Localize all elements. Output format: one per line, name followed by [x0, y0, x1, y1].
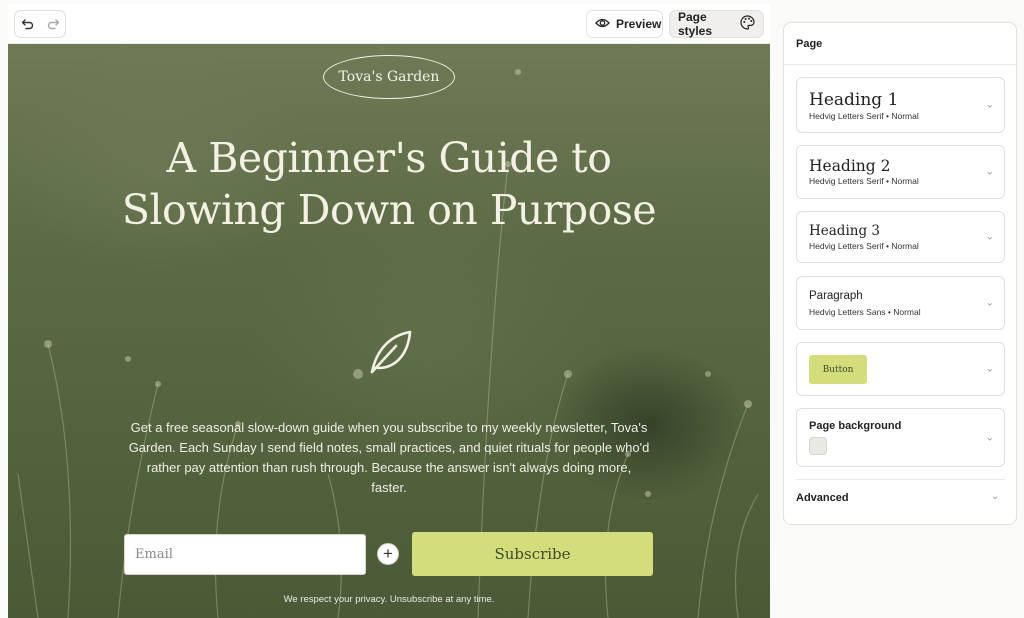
background-color-swatch[interactable] [809, 437, 827, 455]
chevron-down-icon[interactable]: ⌄ [991, 491, 999, 502]
subscribe-button[interactable]: Subscribe [412, 532, 653, 576]
chevron-down-icon: ⌄ [985, 363, 994, 375]
redo-icon[interactable] [46, 17, 60, 31]
editor-toolbar: Preview Page styles [8, 4, 770, 44]
eye-icon [595, 17, 610, 32]
button-style-card[interactable]: Button ⌄ [796, 342, 1005, 396]
page-background-label: Page background [809, 420, 902, 432]
email-placeholder: Email [135, 547, 173, 562]
divider [784, 64, 1016, 65]
paragraph-name: Paragraph [809, 290, 863, 302]
paragraph-style-card[interactable]: Paragraph Hedvig Letters Sans • Normal ⌄ [796, 276, 1005, 330]
heading1-name: Heading 1 [809, 90, 899, 110]
heading3-meta: Hedvig Letters Serif • Normal [809, 241, 919, 251]
heading1-meta: Hedvig Letters Serif • Normal [809, 111, 919, 121]
page-canvas[interactable]: Tova's Garden A Beginner's Guide to Slow… [8, 44, 770, 618]
heading3-name: Heading 3 [809, 223, 880, 239]
heading2-name: Heading 2 [809, 157, 891, 175]
chevron-down-icon: ⌄ [985, 166, 994, 178]
chevron-down-icon: ⌄ [985, 231, 994, 243]
brand-logo[interactable]: Tova's Garden [323, 55, 455, 99]
button-style-preview: Button [809, 355, 867, 384]
chevron-down-icon: ⌄ [985, 432, 994, 443]
subscribe-label: Subscribe [494, 545, 571, 563]
paragraph-meta: Hedvig Letters Sans • Normal [809, 307, 921, 317]
undo-redo-group [14, 10, 66, 38]
undo-icon[interactable] [21, 17, 35, 31]
heading2-style-card[interactable]: Heading 2 Hedvig Letters Serif • Normal … [796, 145, 1005, 199]
page-styles-label: Page styles [678, 10, 713, 38]
palette-icon [740, 15, 755, 33]
divider [796, 479, 1005, 480]
page-background-card[interactable]: Page background ⌄ [796, 408, 1005, 467]
brand-name: Tova's Garden [338, 69, 440, 85]
advanced-section-toggle[interactable]: Advanced [796, 492, 849, 504]
leaf-icon [366, 328, 414, 381]
heading1-style-card[interactable]: Heading 1 Hedvig Letters Serif • Normal … [796, 77, 1005, 133]
chevron-down-icon: ⌄ [985, 297, 994, 309]
hero-heading[interactable]: A Beginner's Guide to Slowing Down on Pu… [118, 132, 660, 236]
page-styles-button[interactable]: Page styles [669, 10, 764, 38]
preview-label: Preview [616, 17, 662, 31]
app-root: Preview Page styles Tova's Garden A Begi… [0, 0, 1024, 618]
heading3-style-card[interactable]: Heading 3 Hedvig Letters Serif • Normal … [796, 211, 1005, 263]
chevron-down-icon: ⌄ [985, 99, 994, 111]
hero-paragraph[interactable]: Get a free seasonal slow-down guide when… [128, 418, 650, 498]
page-styles-panel: Page Heading 1 Hedvig Letters Serif • No… [783, 22, 1017, 525]
heading2-meta: Hedvig Letters Serif • Normal [809, 176, 919, 186]
privacy-note: We respect your privacy. Unsubscribe at … [283, 594, 495, 605]
preview-button[interactable]: Preview [586, 10, 663, 38]
panel-title: Page [796, 38, 823, 50]
email-field[interactable]: Email [124, 534, 366, 575]
add-block-button[interactable]: + [377, 543, 399, 565]
